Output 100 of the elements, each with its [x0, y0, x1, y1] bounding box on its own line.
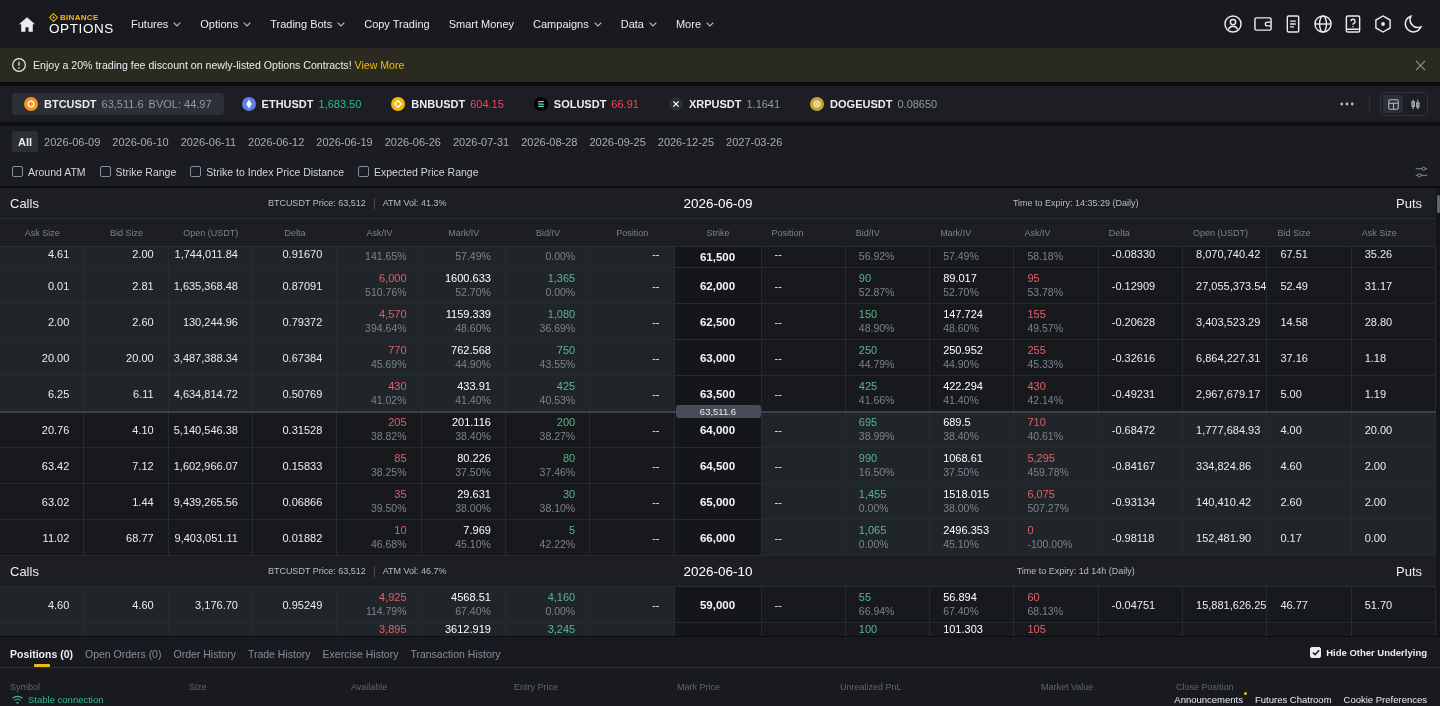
sliders-icon[interactable] — [1415, 165, 1428, 178]
document-icon[interactable] — [1284, 15, 1302, 33]
expiry-tab[interactable]: 2026-06-09 — [38, 131, 107, 152]
mark-price: 1518.015 — [943, 487, 989, 501]
expiry-tab[interactable]: 2026-06-19 — [310, 131, 379, 152]
checkbox-label[interactable]: Strike Range — [115, 165, 177, 178]
coin-icon — [533, 97, 548, 111]
nav-menu-item[interactable]: Copy Trading — [364, 12, 430, 36]
bid-price: 425 — [556, 379, 576, 393]
expiry-tab[interactable]: 2026-06-26 — [378, 131, 447, 152]
footer-link[interactable]: Announcements — [1174, 693, 1243, 705]
wifi-icon — [12, 694, 23, 704]
ask-size-value: 0.00 — [1364, 530, 1387, 545]
globe-icon[interactable] — [1314, 15, 1332, 33]
expiry-tab[interactable]: 2027-03-26 — [720, 131, 789, 152]
nav-menu-item[interactable]: More — [675, 12, 714, 36]
help-icon[interactable] — [1344, 15, 1362, 33]
wallet-icon[interactable] — [1254, 15, 1272, 33]
bottom-tab[interactable]: Exercise History — [322, 637, 399, 667]
bottom-tab[interactable]: Trade History — [247, 637, 311, 667]
ask-size-value: 20.76 — [41, 422, 70, 437]
bid-price: 100 — [858, 623, 878, 635]
more-icon[interactable] — [1340, 102, 1354, 106]
ask-price: 205 — [388, 415, 407, 429]
call-quote-row[interactable]: 3,895 3612.919 3,245 — [0, 623, 675, 636]
footer-link[interactable]: Cookie Preferences — [1343, 693, 1427, 705]
expiry-tab[interactable]: 2026-06-10 — [106, 131, 175, 152]
expiry-tab[interactable]: 2026-06-11 — [174, 131, 243, 152]
checkbox[interactable] — [190, 166, 202, 177]
column-header: Ask/IV — [366, 227, 393, 238]
checkbox-label[interactable]: Expected Price Range — [374, 165, 479, 178]
mark-price: 101.303 — [943, 623, 983, 635]
expiry-tab[interactable]: All — [12, 131, 39, 152]
call-quote-row[interactable]: 0.01 2.81 1,635,368.48 0.87091 6,000 510.76% 1600.633 52.70% 1,365 0.00% -- — [0, 268, 675, 303]
moon-icon[interactable] — [1404, 15, 1422, 33]
bid-price: 55 — [858, 590, 872, 604]
expiry-tab[interactable]: 2026-12-25 — [651, 131, 721, 152]
ask-price: 4,925 — [379, 590, 407, 604]
checkbox-label[interactable]: Hide Other Underlying — [1326, 646, 1427, 658]
call-quote-row[interactable]: 4.61 2.00 1,744,011.84 0.91670 141.65% 57.49% 0.00% -- — [0, 247, 675, 267]
expiry-tab[interactable]: 2026-08-28 — [515, 131, 584, 152]
column-header: Size — [189, 682, 207, 692]
ticker-tab[interactable]: BTCUSDT 63,511.6 BVOL: 44.97 — [12, 93, 224, 115]
nav-menu-item[interactable]: Data — [620, 12, 657, 36]
ticker-tab[interactable]: DOGEUSDT 0.08650 — [798, 93, 950, 115]
call-quote-row[interactable]: 20.00 20.00 3,487,388.34 0.67384 770 45.69% 762.568 44.90% 750 43.55% -- — [0, 340, 675, 375]
checkbox[interactable] — [99, 166, 111, 177]
ticker-tab[interactable]: BNBUSDT 604.15 — [379, 93, 516, 115]
close-icon[interactable] — [1415, 59, 1426, 71]
nav-menu-item[interactable]: Futures — [131, 12, 182, 36]
diamond-logo-icon[interactable] — [49, 12, 58, 22]
atm-vol-text: ATM Vol: 41.3% — [382, 198, 447, 208]
call-quote-row[interactable]: 4.60 4.60 3,176.70 0.95249 4,925 114.79% 4568.51 67.40% 4,160 0.00% -- — [0, 587, 675, 622]
view-more-link[interactable]: View More — [354, 59, 405, 71]
table-view-button[interactable] — [1383, 95, 1403, 113]
ticker-tab[interactable]: XRPUSDT 1.1641 — [656, 93, 793, 115]
bottom-tab[interactable]: Transaction History — [410, 637, 501, 667]
home-icon[interactable] — [19, 16, 35, 32]
nav-menu-item[interactable]: Trading Bots — [270, 12, 346, 36]
mark-iv-value: 41.40% — [455, 393, 491, 408]
user-icon[interactable] — [1224, 15, 1242, 33]
checkbox-label[interactable]: Strike to Index Price Distance — [206, 165, 345, 178]
open-interest-value: 6,864,227.31 — [1196, 350, 1261, 365]
brand-name[interactable]: BINANCE — [60, 12, 99, 22]
put-quote-row[interactable]: -- 1,065 0.00% 2496.353 45.10% 0 -100.00% -0.98118 152,481.90 0.17 0.00 — [761, 520, 1436, 555]
nav-menu-item[interactable]: Options — [200, 12, 252, 36]
ask-size-value: 31.17 — [1364, 278, 1393, 293]
column-header: Delta — [1108, 227, 1130, 238]
scrollbar-thumb[interactable] — [1436, 195, 1440, 213]
put-quote-row[interactable]: -- 1,455 0.00% 1518.015 38.00% 6,075 507.27% -0.93134 140,410.42 2.60 2.00 — [761, 484, 1436, 519]
ticker-tab[interactable]: SOLUSDT 66.91 — [521, 93, 651, 115]
position-value: -- — [774, 278, 782, 293]
underlying-price-text: BTCUSDT Price: 63,512 — [267, 566, 366, 576]
time-to-expiry-text: Time to Expiry: 14:35:29 (Daily) — [1012, 198, 1139, 208]
nav-menu-item[interactable]: Smart Money — [448, 12, 515, 36]
checkbox-label[interactable]: Around ATM — [28, 165, 86, 178]
ticker-tab[interactable]: ETHUSDT 1,683.50 — [229, 93, 374, 115]
expiry-tab[interactable]: 2026-09-25 — [583, 131, 652, 152]
expiry-tab[interactable]: 2026-06-12 — [242, 131, 311, 152]
nav-menu-item[interactable]: Campaigns — [533, 12, 602, 36]
mark-iv-value: 67.40% — [455, 604, 491, 619]
column-header: Position — [616, 227, 649, 238]
expiry-tab[interactable]: 2026-07-31 — [446, 131, 516, 152]
call-quote-row[interactable]: 2.00 2.60 130,244.96 0.79372 4,570 394.64% 1159.339 48.60% 1,080 36.69% -- — [0, 304, 675, 339]
footer-link[interactable]: Futures Chatroom — [1255, 693, 1332, 705]
bid-size-value: 52.49 — [1280, 278, 1308, 293]
bottom-tab[interactable]: Positions (0) — [10, 637, 73, 667]
bottom-tab[interactable]: Order History — [173, 637, 236, 667]
call-quote-row[interactable]: 6.25 6.11 4,634,814.72 0.50769 430 41.02% 433.91 41.40% 425 40.53% -- — [0, 376, 675, 411]
hexagon-icon[interactable] — [1374, 15, 1392, 33]
position-value: -- — [774, 422, 782, 437]
coin-icon — [391, 97, 406, 111]
checkbox[interactable] — [358, 166, 370, 177]
checkbox[interactable] — [12, 166, 23, 177]
bid-price: 5 — [569, 523, 576, 537]
product-name[interactable]: OPTIONS — [49, 21, 115, 36]
put-quote-row[interactable]: -- 695 38.99% 689.5 38.40% 710 40.61% -0.68472 1,777,684.93 4.00 20.00 — [761, 412, 1436, 447]
bid-price: 3,245 — [547, 623, 576, 635]
put-quote-row[interactable]: -- 990 16.50% 1068.61 37.50% 5,295 459.78% -0.84167 334,824.86 4.60 2.00 — [761, 448, 1436, 483]
bottom-tab[interactable]: Open Orders (0) — [85, 637, 162, 667]
